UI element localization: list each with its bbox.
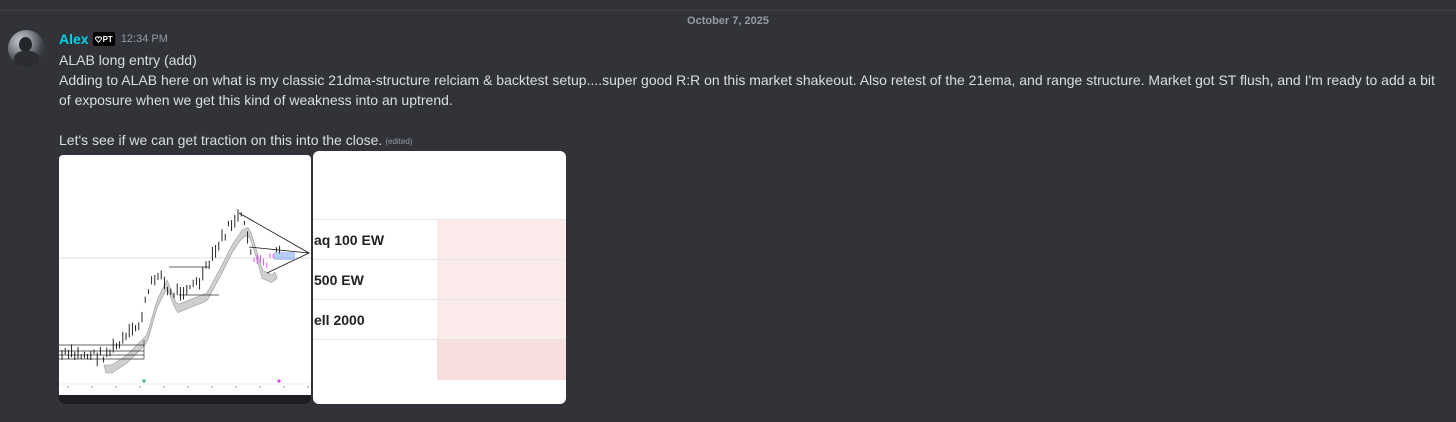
table-image-attachment[interactable]: aq 100 EW 500 EW ell 2000 [313,151,566,404]
row-value-cell [437,300,566,340]
role-badge[interactable]: PT [92,32,115,46]
row-value-cell [437,340,566,380]
closing-text: Let's see if we can get traction on this… [59,132,383,148]
heart-shield-icon [94,35,102,43]
row-label: aq 100 EW [314,232,385,248]
table-row: 500 EW [313,259,566,300]
message-line-title: ALAB long entry (add) [59,52,197,68]
table-row: ell 2000 [313,299,566,340]
row-value-cell [437,220,566,260]
event-marker [142,379,146,383]
message-header: Alex PT 12:34 PM [59,30,168,48]
range-box [274,252,295,260]
message-timestamp[interactable]: 12:34 PM [121,33,168,45]
table-row-empty [313,339,566,380]
x-axis-tick [163,386,165,388]
x-axis-tick [139,386,141,388]
message-line-closing: Let's see if we can get traction on this… [59,130,1449,152]
x-axis-tick [187,386,189,388]
triangle-pattern [238,212,310,274]
date-divider: October 7, 2025 [0,10,1456,28]
image-bottom-strip [59,395,311,404]
x-axis-tick [115,386,117,388]
badge-text: PT [102,34,113,44]
x-axis-tick [259,386,261,388]
message-line-body: Adding to ALAB here on what is my classi… [59,72,1435,108]
row-value-cell [437,260,566,300]
row-label: 500 EW [314,272,364,288]
x-axis-tick [307,386,309,388]
x-axis-tick [67,386,69,388]
x-axis-tick [283,386,285,388]
edited-indicator: (edited) [385,137,413,146]
row-label: ell 2000 [314,312,365,328]
price-chart [59,209,311,388]
table-row: aq 100 EW [313,219,566,260]
user-avatar[interactable] [8,30,45,67]
x-axis-tick [211,386,213,388]
date-divider-label: October 7, 2025 [683,14,773,28]
x-axis-tick [235,386,237,388]
event-marker [277,379,281,383]
x-axis-tick [91,386,93,388]
chart-image-attachment[interactable] [59,155,311,404]
username[interactable]: Alex [59,31,89,47]
avatar-body [14,51,39,67]
message-content: ALAB long entry (add) Adding to ALAB her… [59,50,1449,152]
avatar-head [19,37,32,52]
